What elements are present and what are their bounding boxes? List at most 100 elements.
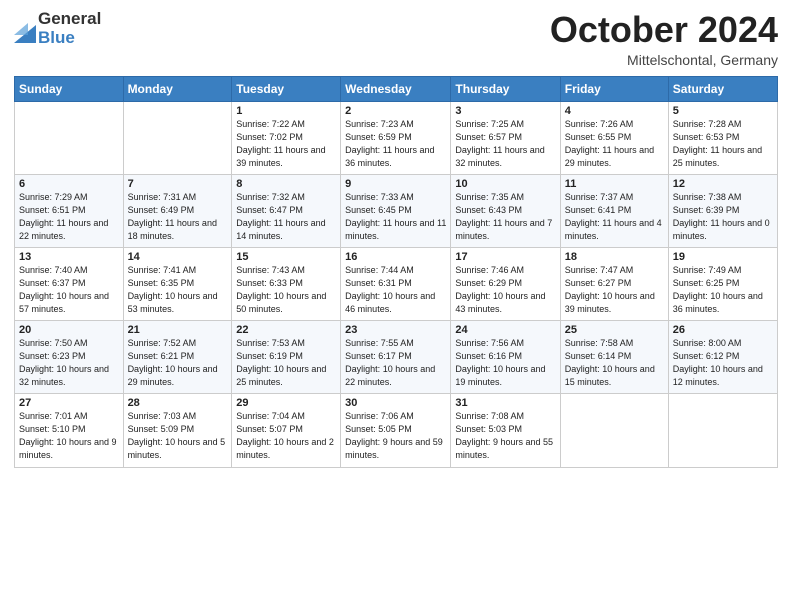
day-number: 23: [345, 324, 446, 336]
day-info: Sunrise: 7:33 AM Sunset: 6:45 PM Dayligh…: [345, 191, 446, 243]
day-info: Sunrise: 8:00 AM Sunset: 6:12 PM Dayligh…: [673, 337, 773, 389]
calendar-cell: 8Sunrise: 7:32 AM Sunset: 6:47 PM Daylig…: [232, 174, 341, 247]
calendar-cell: 10Sunrise: 7:35 AM Sunset: 6:43 PM Dayli…: [451, 174, 560, 247]
day-info: Sunrise: 7:41 AM Sunset: 6:35 PM Dayligh…: [128, 264, 228, 316]
calendar-cell: [560, 394, 668, 467]
day-number: 10: [455, 178, 555, 190]
col-friday: Friday: [560, 76, 668, 101]
day-number: 26: [673, 324, 773, 336]
day-info: Sunrise: 7:01 AM Sunset: 5:10 PM Dayligh…: [19, 410, 119, 462]
day-info: Sunrise: 7:08 AM Sunset: 5:03 PM Dayligh…: [455, 410, 555, 462]
calendar-cell: 11Sunrise: 7:37 AM Sunset: 6:41 PM Dayli…: [560, 174, 668, 247]
day-info: Sunrise: 7:58 AM Sunset: 6:14 PM Dayligh…: [565, 337, 664, 389]
day-info: Sunrise: 7:31 AM Sunset: 6:49 PM Dayligh…: [128, 191, 228, 243]
day-info: Sunrise: 7:53 AM Sunset: 6:19 PM Dayligh…: [236, 337, 336, 389]
calendar-cell: 18Sunrise: 7:47 AM Sunset: 6:27 PM Dayli…: [560, 247, 668, 320]
day-info: Sunrise: 7:40 AM Sunset: 6:37 PM Dayligh…: [19, 264, 119, 316]
day-info: Sunrise: 7:35 AM Sunset: 6:43 PM Dayligh…: [455, 191, 555, 243]
calendar-week-row: 1Sunrise: 7:22 AM Sunset: 7:02 PM Daylig…: [15, 101, 778, 174]
day-number: 3: [455, 105, 555, 117]
location: Mittelschontal, Germany: [550, 52, 778, 68]
title-block: October 2024 Mittelschontal, Germany: [550, 10, 778, 68]
calendar-cell: 1Sunrise: 7:22 AM Sunset: 7:02 PM Daylig…: [232, 101, 341, 174]
day-info: Sunrise: 7:26 AM Sunset: 6:55 PM Dayligh…: [565, 118, 664, 170]
calendar-cell: 31Sunrise: 7:08 AM Sunset: 5:03 PM Dayli…: [451, 394, 560, 467]
day-info: Sunrise: 7:37 AM Sunset: 6:41 PM Dayligh…: [565, 191, 664, 243]
calendar-week-row: 27Sunrise: 7:01 AM Sunset: 5:10 PM Dayli…: [15, 394, 778, 467]
day-number: 11: [565, 178, 664, 190]
calendar-cell: 28Sunrise: 7:03 AM Sunset: 5:09 PM Dayli…: [123, 394, 232, 467]
calendar-cell: 21Sunrise: 7:52 AM Sunset: 6:21 PM Dayli…: [123, 321, 232, 394]
calendar-header-row: Sunday Monday Tuesday Wednesday Thursday…: [15, 76, 778, 101]
day-number: 30: [345, 397, 446, 409]
day-info: Sunrise: 7:06 AM Sunset: 5:05 PM Dayligh…: [345, 410, 446, 462]
page: General Blue October 2024 Mittelschontal…: [0, 0, 792, 612]
day-info: Sunrise: 7:55 AM Sunset: 6:17 PM Dayligh…: [345, 337, 446, 389]
day-info: Sunrise: 7:32 AM Sunset: 6:47 PM Dayligh…: [236, 191, 336, 243]
col-saturday: Saturday: [668, 76, 777, 101]
day-number: 6: [19, 178, 119, 190]
day-number: 2: [345, 105, 446, 117]
calendar-cell: 7Sunrise: 7:31 AM Sunset: 6:49 PM Daylig…: [123, 174, 232, 247]
day-number: 14: [128, 251, 228, 263]
day-number: 24: [455, 324, 555, 336]
day-info: Sunrise: 7:49 AM Sunset: 6:25 PM Dayligh…: [673, 264, 773, 316]
day-info: Sunrise: 7:22 AM Sunset: 7:02 PM Dayligh…: [236, 118, 336, 170]
calendar-cell: 29Sunrise: 7:04 AM Sunset: 5:07 PM Dayli…: [232, 394, 341, 467]
calendar-cell: 26Sunrise: 8:00 AM Sunset: 6:12 PM Dayli…: [668, 321, 777, 394]
calendar-cell: 4Sunrise: 7:26 AM Sunset: 6:55 PM Daylig…: [560, 101, 668, 174]
day-number: 25: [565, 324, 664, 336]
month-title: October 2024: [550, 10, 778, 50]
calendar-cell: 19Sunrise: 7:49 AM Sunset: 6:25 PM Dayli…: [668, 247, 777, 320]
day-number: 19: [673, 251, 773, 263]
calendar-cell: 3Sunrise: 7:25 AM Sunset: 6:57 PM Daylig…: [451, 101, 560, 174]
col-monday: Monday: [123, 76, 232, 101]
calendar-cell: 13Sunrise: 7:40 AM Sunset: 6:37 PM Dayli…: [15, 247, 124, 320]
day-info: Sunrise: 7:04 AM Sunset: 5:07 PM Dayligh…: [236, 410, 336, 462]
calendar-cell: 24Sunrise: 7:56 AM Sunset: 6:16 PM Dayli…: [451, 321, 560, 394]
calendar-cell: [15, 101, 124, 174]
header: General Blue October 2024 Mittelschontal…: [14, 10, 778, 68]
day-number: 16: [345, 251, 446, 263]
day-number: 22: [236, 324, 336, 336]
day-info: Sunrise: 7:43 AM Sunset: 6:33 PM Dayligh…: [236, 264, 336, 316]
logo: General Blue: [14, 10, 101, 47]
day-number: 29: [236, 397, 336, 409]
day-number: 7: [128, 178, 228, 190]
day-number: 4: [565, 105, 664, 117]
calendar-week-row: 20Sunrise: 7:50 AM Sunset: 6:23 PM Dayli…: [15, 321, 778, 394]
day-number: 15: [236, 251, 336, 263]
logo-general-text: General: [38, 10, 101, 29]
day-number: 13: [19, 251, 119, 263]
calendar-cell: 9Sunrise: 7:33 AM Sunset: 6:45 PM Daylig…: [341, 174, 451, 247]
calendar-cell: 14Sunrise: 7:41 AM Sunset: 6:35 PM Dayli…: [123, 247, 232, 320]
col-thursday: Thursday: [451, 76, 560, 101]
day-info: Sunrise: 7:47 AM Sunset: 6:27 PM Dayligh…: [565, 264, 664, 316]
day-info: Sunrise: 7:46 AM Sunset: 6:29 PM Dayligh…: [455, 264, 555, 316]
calendar-cell: 12Sunrise: 7:38 AM Sunset: 6:39 PM Dayli…: [668, 174, 777, 247]
logo-text: General Blue: [38, 10, 101, 47]
day-info: Sunrise: 7:29 AM Sunset: 6:51 PM Dayligh…: [19, 191, 119, 243]
calendar-cell: 20Sunrise: 7:50 AM Sunset: 6:23 PM Dayli…: [15, 321, 124, 394]
logo-icon: [14, 15, 36, 43]
calendar-cell: 2Sunrise: 7:23 AM Sunset: 6:59 PM Daylig…: [341, 101, 451, 174]
calendar-cell: 17Sunrise: 7:46 AM Sunset: 6:29 PM Dayli…: [451, 247, 560, 320]
calendar-cell: 5Sunrise: 7:28 AM Sunset: 6:53 PM Daylig…: [668, 101, 777, 174]
col-sunday: Sunday: [15, 76, 124, 101]
logo-blue-text: Blue: [38, 29, 101, 48]
day-info: Sunrise: 7:44 AM Sunset: 6:31 PM Dayligh…: [345, 264, 446, 316]
day-info: Sunrise: 7:50 AM Sunset: 6:23 PM Dayligh…: [19, 337, 119, 389]
col-tuesday: Tuesday: [232, 76, 341, 101]
calendar-cell: 22Sunrise: 7:53 AM Sunset: 6:19 PM Dayli…: [232, 321, 341, 394]
calendar-cell: 6Sunrise: 7:29 AM Sunset: 6:51 PM Daylig…: [15, 174, 124, 247]
calendar-cell: 30Sunrise: 7:06 AM Sunset: 5:05 PM Dayli…: [341, 394, 451, 467]
calendar-cell: 23Sunrise: 7:55 AM Sunset: 6:17 PM Dayli…: [341, 321, 451, 394]
day-number: 9: [345, 178, 446, 190]
day-number: 20: [19, 324, 119, 336]
day-info: Sunrise: 7:56 AM Sunset: 6:16 PM Dayligh…: [455, 337, 555, 389]
day-number: 31: [455, 397, 555, 409]
day-number: 1: [236, 105, 336, 117]
day-number: 27: [19, 397, 119, 409]
calendar-cell: 16Sunrise: 7:44 AM Sunset: 6:31 PM Dayli…: [341, 247, 451, 320]
day-info: Sunrise: 7:23 AM Sunset: 6:59 PM Dayligh…: [345, 118, 446, 170]
